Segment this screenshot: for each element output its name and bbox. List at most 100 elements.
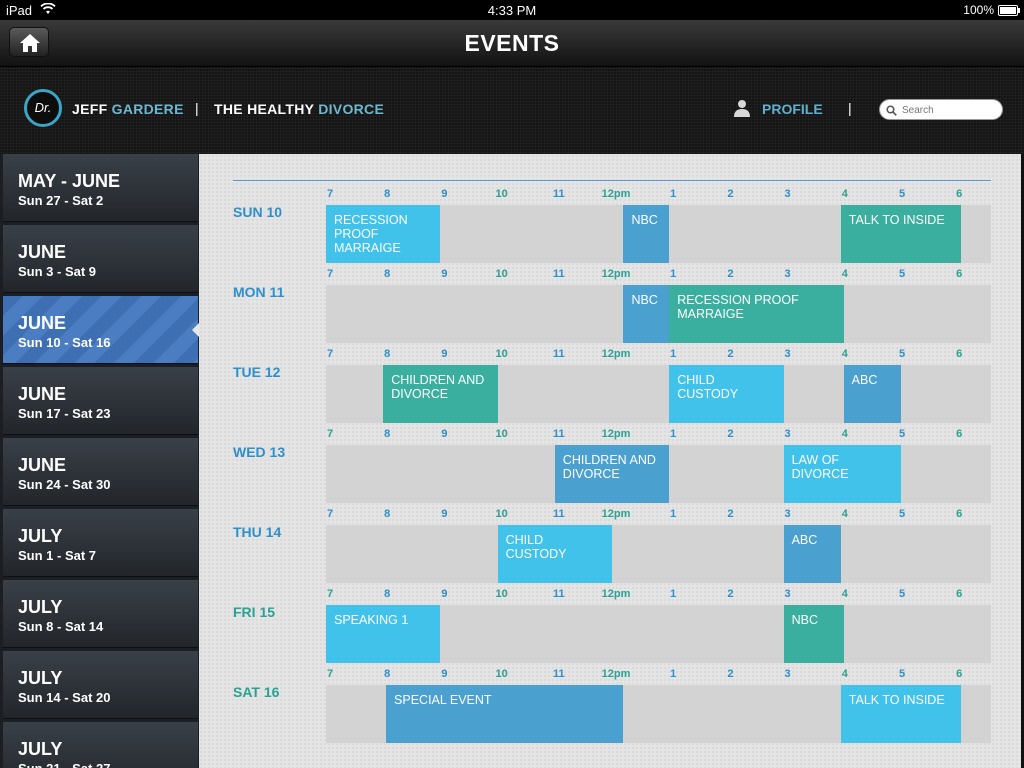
week-month: JULY	[18, 668, 63, 688]
hour-label: 2	[727, 508, 734, 520]
hour-label: 11	[552, 188, 565, 200]
week-item[interactable]: JUNE Sun 3 - Sat 9	[3, 225, 198, 293]
hour-label: 1	[670, 428, 677, 440]
day-label: SAT 16	[233, 684, 280, 700]
hour-label: 12pm	[601, 668, 631, 680]
hour-label: 3	[784, 588, 791, 600]
week-range: Sun 17 - Sat 23	[18, 406, 111, 421]
event-block[interactable]: CHILDREN AND DIVORCE	[554, 445, 670, 503]
event-block[interactable]: CHILD CUSTODY	[669, 365, 784, 423]
event-block[interactable]: RECESSION PROOF MARRAIGE	[326, 205, 441, 263]
hour-label: 6	[956, 428, 963, 440]
hour-label: 11	[552, 268, 565, 280]
hour-label: 11	[552, 668, 565, 680]
hour-label: 4	[841, 428, 848, 440]
clock: 4:33 PM	[487, 3, 537, 18]
event-block[interactable]: NBC	[783, 605, 844, 663]
event-block[interactable]: SPEAKING 1	[326, 605, 441, 663]
search-box[interactable]	[879, 99, 1003, 120]
hour-label: 5	[898, 668, 906, 680]
day-label: WED 13	[233, 444, 286, 460]
hour-label: 5	[898, 188, 906, 200]
event-block[interactable]: SPECIAL EVENT	[386, 685, 624, 743]
profile-link[interactable]: PROFILE	[762, 101, 823, 117]
hour-label: 9	[441, 668, 448, 680]
day-label: MON 11	[233, 284, 285, 300]
week-item[interactable]: JUNE Sun 10 - Sat 16	[3, 296, 199, 364]
event-block[interactable]: NBC	[623, 205, 670, 263]
hour-label: 12pm	[601, 588, 631, 600]
week-range: Sun 24 - Sat 30	[18, 477, 111, 492]
week-item[interactable]: JULY Sun 8 - Sat 14	[3, 580, 198, 648]
week-item[interactable]: JULY Sun 1 - Sat 7	[3, 509, 198, 577]
hour-label: 4	[841, 188, 848, 200]
week-range: Sun 8 - Sat 14	[18, 619, 104, 634]
hour-label: 8	[384, 588, 391, 600]
event-block[interactable]: ABC	[843, 365, 901, 423]
week-item[interactable]: JULY Sun 14 - Sat 20	[3, 651, 198, 719]
event-block[interactable]: TALK TO INSIDE	[840, 685, 961, 743]
hour-label: 3	[784, 668, 791, 680]
hour-label: 4	[841, 268, 848, 280]
week-range: Sun 3 - Sat 9	[18, 264, 97, 279]
week-range: Sun 27 - Sat 2	[18, 193, 104, 208]
hour-label: 3	[784, 188, 791, 200]
week-range: Sun 21 - Sat 27	[18, 761, 110, 768]
hour-label: 8	[384, 428, 391, 440]
brand-header: Dr. JEFF GARDERE | THE HEALTHY DIVORCE P…	[0, 67, 1024, 154]
week-range: Sun 1 - Sat 7	[18, 548, 97, 563]
hour-label: 1	[670, 188, 677, 200]
week-item[interactable]: JULY Sun 21 - Sat 27	[3, 722, 198, 768]
day-label: TUE 12	[233, 364, 281, 380]
hour-label: 10	[495, 188, 508, 200]
hour-label: 7	[326, 588, 334, 600]
week-item[interactable]: JUNE Sun 17 - Sat 23	[3, 367, 198, 435]
hour-label: 5	[898, 428, 906, 440]
hour-label: 7	[326, 428, 334, 440]
hour-label: 12pm	[601, 508, 631, 520]
hour-label: 9	[441, 348, 448, 360]
event-block[interactable]: CHILDREN AND DIVORCE	[383, 365, 498, 423]
week-sidebar: MAY - JUNE Sun 27 - Sat 2 JUNE Sun 3 - Sat …	[0, 154, 199, 768]
week-range: Sun 14 - Sat 20	[18, 690, 111, 705]
event-block[interactable]: LAW OF DIVORCE	[783, 445, 901, 503]
hour-label: 1	[670, 508, 677, 520]
hour-label: 8	[384, 268, 391, 280]
hour-label: 6	[956, 188, 963, 200]
event-block[interactable]: NBC	[623, 285, 670, 343]
hour-label: 1	[670, 268, 677, 280]
hour-label: 4	[841, 668, 848, 680]
profile-icon[interactable]	[733, 99, 751, 122]
event-block[interactable]: RECESSION PROOF MARRAIGE	[669, 285, 844, 343]
hour-label: 11	[552, 348, 565, 360]
day-label: SUN 10	[233, 204, 283, 220]
hour-label: 5	[898, 348, 906, 360]
week-month: JUNE	[18, 313, 67, 333]
battery-icon	[998, 5, 1020, 16]
event-block[interactable]: ABC	[783, 525, 841, 583]
search-input[interactable]	[900, 102, 1000, 119]
hour-label: 3	[784, 428, 791, 440]
hour-label: 1	[670, 668, 677, 680]
hour-label: 2	[727, 188, 734, 200]
hour-label: 2	[727, 428, 734, 440]
search-icon	[886, 103, 897, 121]
hour-label: 4	[841, 508, 848, 520]
hour-label: 10	[495, 588, 508, 600]
hour-label: 8	[384, 348, 391, 360]
week-item[interactable]: MAY - JUNE Sun 27 - Sat 2	[3, 154, 198, 222]
week-item[interactable]: JUNE Sun 24 - Sat 30	[3, 438, 198, 506]
hour-label: 6	[956, 508, 963, 520]
day-track[interactable]	[326, 525, 991, 583]
logo[interactable]: Dr.	[24, 89, 62, 127]
event-block[interactable]: CHILD CUSTODY	[497, 525, 612, 583]
hour-label: 3	[784, 348, 791, 360]
hour-label: 3	[784, 508, 791, 520]
event-block[interactable]: TALK TO INSIDE	[840, 205, 961, 263]
hour-label: 6	[956, 588, 963, 600]
hour-label: 7	[326, 508, 334, 520]
hour-label: 2	[727, 348, 734, 360]
hour-label: 9	[441, 428, 448, 440]
hour-label: 9	[441, 588, 448, 600]
week-month: JULY	[18, 597, 63, 617]
